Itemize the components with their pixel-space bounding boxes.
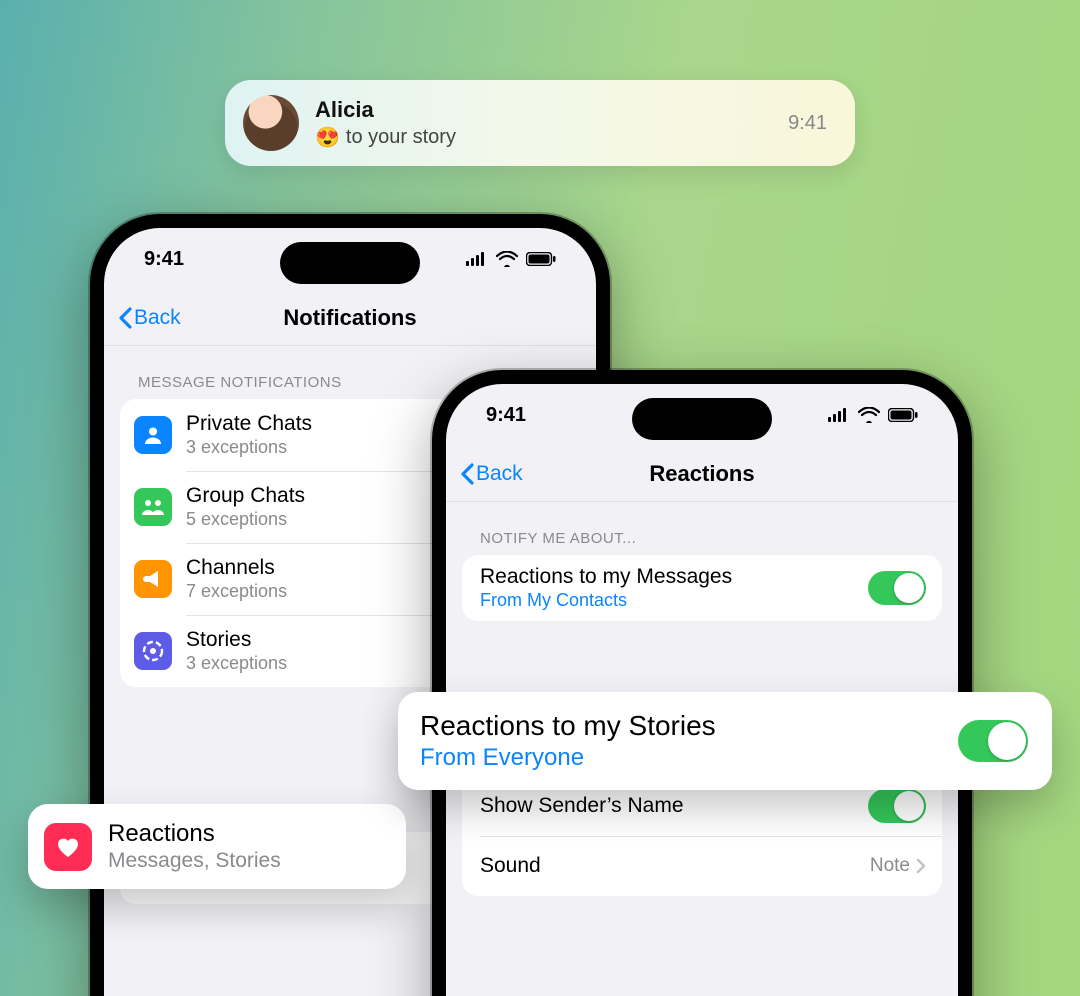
avatar [243,95,299,151]
toggle-reactions-stories[interactable] [958,720,1028,762]
signal-icon [466,252,488,266]
notify-list: Reactions to my Messages From My Contact… [462,555,942,621]
row-reactions-stories-popout[interactable]: Reactions to my Stories From Everyone [398,692,1052,790]
back-label: Back [476,462,523,486]
status-time: 9:41 [144,248,184,271]
chevron-left-icon [118,307,132,329]
heart-eyes-emoji-icon: 😍 [315,125,340,150]
wifi-icon [496,251,518,267]
row-reactions-messages[interactable]: Reactions to my Messages From My Contact… [462,555,942,621]
group-icon [134,488,172,526]
back-label: Back [134,306,181,330]
notification-text: to your story [346,126,456,149]
row-title: Sound [480,854,870,878]
nav-bar: Back Notifications [104,290,596,346]
signal-icon [828,408,850,422]
row-value: Note [870,855,910,877]
row-subtitle: From Everyone [420,744,958,772]
story-reaction-notification: Alicia 😍 to your story 9:41 [225,80,855,166]
chevron-left-icon [460,463,474,485]
row-subtitle: From My Contacts [480,590,868,611]
stories-icon [134,632,172,670]
phone-reactions: 9:41 Back Reactions NOTIFY ME ABOUT... R… [432,370,972,996]
battery-icon [888,408,918,422]
status-bar: 9:41 [446,384,958,446]
back-button[interactable]: Back [460,462,523,486]
notification-time: 9:41 [788,112,827,135]
back-button[interactable]: Back [118,306,181,330]
row-title: Show Sender’s Name [480,794,868,818]
notification-message: 😍 to your story [315,125,788,150]
row-title: Reactions to my Messages [480,565,868,589]
notification-body: Alicia 😍 to your story [315,97,788,150]
chevron-right-icon [916,858,926,874]
section-header-notify: NOTIFY ME ABOUT... [446,502,958,555]
row-sound[interactable]: Sound Note [462,836,942,896]
nav-bar: Back Reactions [446,446,958,502]
toggle-reactions-messages[interactable] [868,571,926,605]
toggle-show-sender[interactable] [868,789,926,823]
heart-icon [44,823,92,871]
megaphone-icon [134,560,172,598]
row-subtitle: Messages, Stories [108,849,388,873]
row-title: Reactions [108,820,388,848]
row-title: Reactions to my Stories [420,710,958,742]
row-reactions-popout[interactable]: Reactions Messages, Stories [28,804,406,889]
battery-icon [526,252,556,266]
page-title: Notifications [283,305,416,331]
status-bar: 9:41 [104,228,596,290]
options-list: Show Sender’s Name Sound Note [462,776,942,896]
wifi-icon [858,407,880,423]
status-time: 9:41 [486,404,526,427]
page-title: Reactions [649,461,754,487]
notification-sender: Alicia [315,97,788,123]
person-icon [134,416,172,454]
